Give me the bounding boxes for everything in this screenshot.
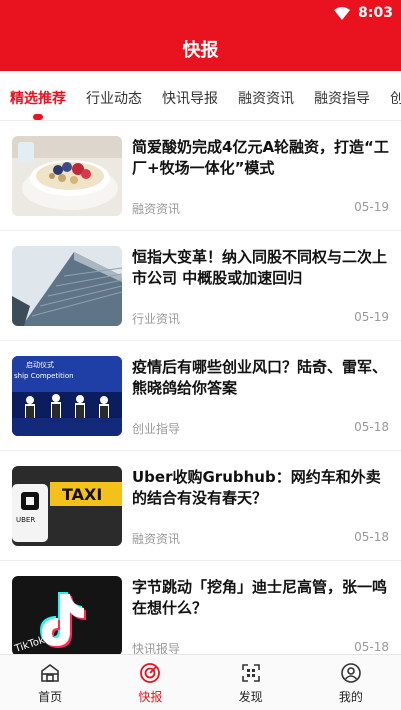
news-category: 快讯报导 xyxy=(132,642,181,654)
scan-icon xyxy=(241,664,260,682)
news-list: 简爱酸奶完成4亿元A轮融资，打造“工厂+牧场一体化”模式 融资资讯 05-19 … xyxy=(0,121,401,654)
tab-industry-news[interactable]: 行业动态 xyxy=(86,88,142,108)
nav-express-label: 快报 xyxy=(138,690,163,704)
stage-sign: ship Competition xyxy=(14,372,74,380)
news-date: 05-18 xyxy=(354,530,389,544)
nav-express[interactable]: 快报 xyxy=(100,655,200,710)
express-icon xyxy=(140,663,161,683)
news-category: 行业资讯 xyxy=(132,312,181,326)
news-date: 05-19 xyxy=(354,310,389,324)
skyscraper-image xyxy=(12,246,122,326)
status-time: 8:03 xyxy=(358,5,393,21)
page-title: 快报 xyxy=(182,40,219,61)
nav-profile[interactable]: 我的 xyxy=(301,655,401,710)
tab-flash-news[interactable]: 快讯导报 xyxy=(162,88,218,108)
news-headline: 疫情后有哪些创业风口？陆奇、雷军、熊晓鸽给你答案 xyxy=(132,358,388,397)
profile-icon xyxy=(341,663,361,683)
status-bar: 8:03 xyxy=(334,5,393,21)
nav-home[interactable]: 首页 xyxy=(0,655,100,710)
tab-financing-news[interactable]: 融资资讯 xyxy=(238,88,294,108)
tab-featured[interactable]: 精选推荐 xyxy=(10,88,66,108)
active-tab-indicator xyxy=(33,114,43,120)
news-item[interactable]: TikTok 字节跳动「挖角」迪士尼高管，张一鸣在想什么？ 快讯报导 05-18 xyxy=(0,561,401,654)
nav-profile-label: 我的 xyxy=(338,690,363,704)
top-app-bar: 8:03 快报 xyxy=(0,0,401,71)
news-category: 融资资讯 xyxy=(132,202,181,216)
news-item[interactable]: 启动仪式 ship Competition 疫情后有哪些创业风口？陆奇、雷军、熊… xyxy=(0,341,401,451)
news-headline: Uber收购Grubhub：网约车和外卖的结合有没有春天？ xyxy=(132,468,381,507)
stage-sign-top: 启动仪式 xyxy=(26,360,54,369)
news-item[interactable]: 恒指大变革！纳入同股不同权与二次上市公司 中概股或加速回归 行业资讯 05-19 xyxy=(0,231,401,341)
home-icon xyxy=(41,664,59,682)
wifi-icon xyxy=(334,6,351,20)
tab-financing-guide[interactable]: 融资指导 xyxy=(314,88,370,108)
nav-discover[interactable]: 发现 xyxy=(201,655,301,710)
stage-panel-image: 启动仪式 ship Competition xyxy=(12,356,122,436)
uber-wordmark: UBER xyxy=(16,516,35,524)
news-date: 05-18 xyxy=(354,420,389,434)
taxi-sign: TAXI xyxy=(62,485,102,504)
news-date: 05-18 xyxy=(354,640,389,654)
tiktok-image: TikTok xyxy=(12,576,122,654)
bottom-navigation: 首页 快报 发现 我的 xyxy=(0,654,401,710)
category-tabs: 精选推荐 行业动态 快讯导报 融资资讯 融资指导 创 xyxy=(0,71,401,121)
news-date: 05-19 xyxy=(354,200,389,214)
nav-home-label: 首页 xyxy=(38,690,63,704)
news-headline: 简爱酸奶完成4亿元A轮融资，打造“工厂+牧场一体化”模式 xyxy=(132,138,389,177)
nav-discover-label: 发现 xyxy=(238,690,263,704)
news-item[interactable]: TAXI UBER Uber收购Grubhub：网约车和外卖的结合有没有春天？ … xyxy=(0,451,401,561)
yogurt-bowl-image xyxy=(12,136,122,216)
tab-startup[interactable]: 创 xyxy=(390,88,401,108)
news-headline: 恒指大变革！纳入同股不同权与二次上市公司 中概股或加速回归 xyxy=(132,248,388,287)
news-item[interactable]: 简爱酸奶完成4亿元A轮融资，打造“工厂+牧场一体化”模式 融资资讯 05-19 xyxy=(0,121,401,231)
uber-taxi-image: TAXI UBER xyxy=(12,466,122,546)
news-headline: 字节跳动「挖角」迪士尼高管，张一鸣在想什么？ xyxy=(132,578,388,617)
news-category: 创业指导 xyxy=(132,422,181,436)
news-category: 融资资讯 xyxy=(132,532,181,546)
